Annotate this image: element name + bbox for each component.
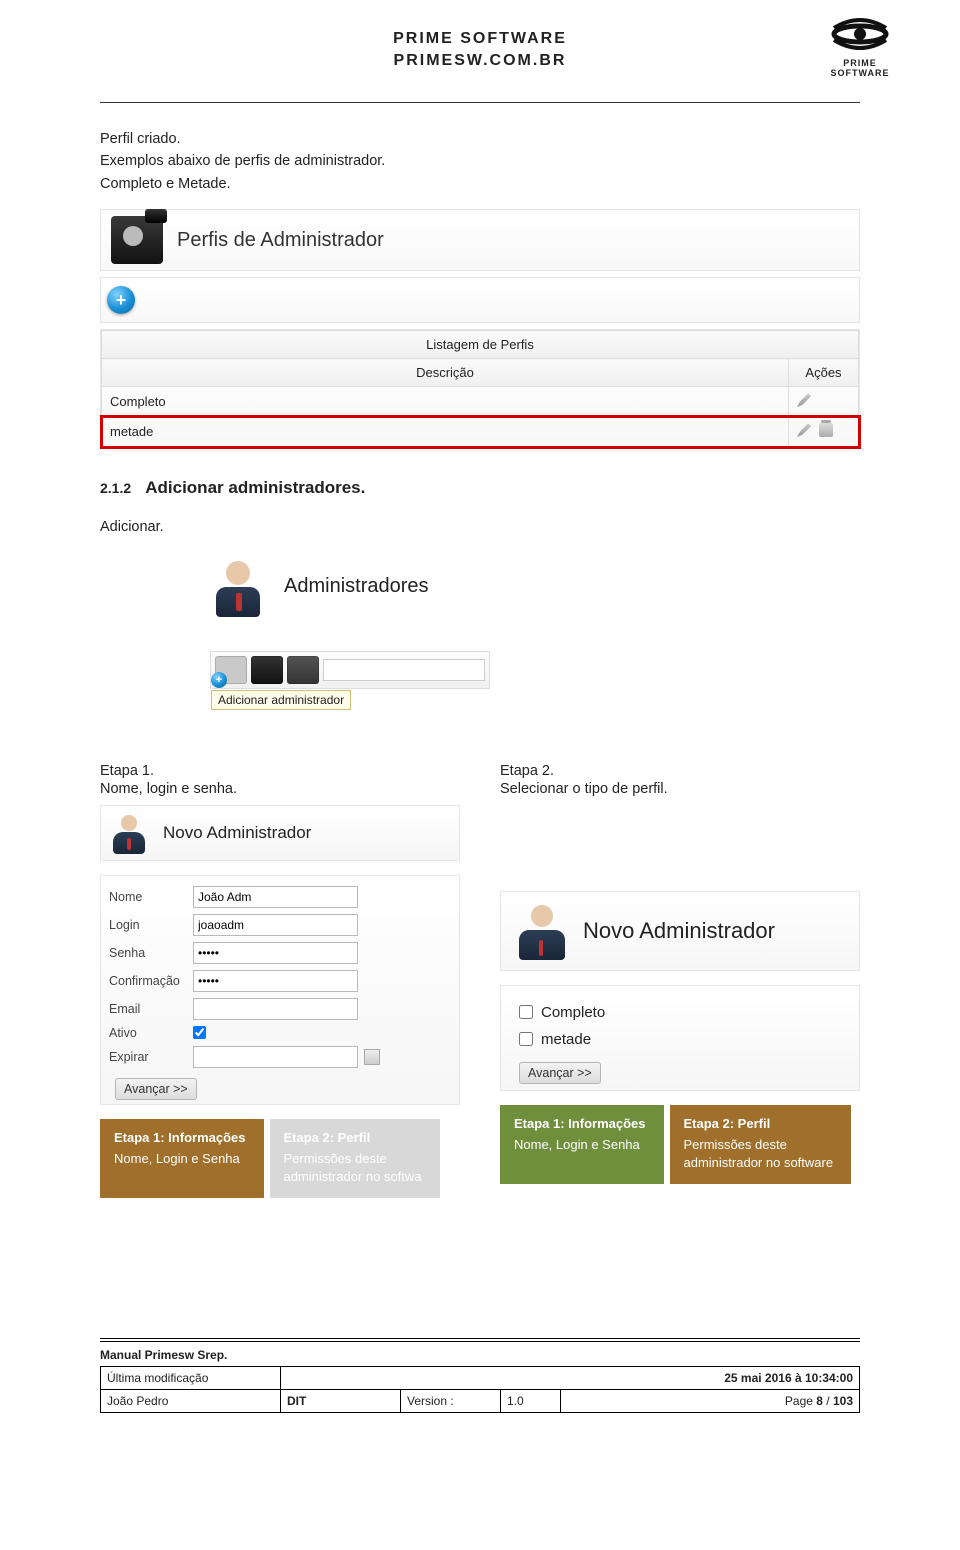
input-nome[interactable] bbox=[193, 886, 358, 908]
novo-admin-card-1: Novo Administrador bbox=[100, 805, 460, 861]
edit-icon[interactable] bbox=[797, 393, 811, 407]
adicionar-label: Adicionar. bbox=[100, 516, 860, 538]
screenshot-administradores: Administradores + Adicionar administrado… bbox=[210, 553, 490, 689]
ft-dit: DIT bbox=[287, 1394, 306, 1408]
wizard-steps-2: Etapa 1: Informações Nome, Login e Senha… bbox=[500, 1105, 860, 1184]
cell-actions bbox=[789, 417, 859, 447]
input-email[interactable] bbox=[193, 998, 358, 1020]
perfil-option-completo[interactable]: Completo bbox=[519, 1004, 847, 1021]
lbl-expirar: Expirar bbox=[109, 1050, 187, 1064]
perfis-title: Perfis de Administrador bbox=[177, 229, 384, 252]
eye-logo-icon bbox=[830, 14, 890, 54]
page-header: PRIME SOFTWARE PRIMESW.COM.BR PRIME SOFT… bbox=[100, 20, 860, 90]
input-expirar[interactable] bbox=[193, 1046, 358, 1068]
wizard-step-2-inactive[interactable]: Etapa 2: Perfil Permissões deste adminis… bbox=[270, 1119, 440, 1198]
folder-profile-icon bbox=[111, 216, 163, 264]
avancar-button[interactable]: Avançar >> bbox=[115, 1078, 197, 1100]
etapa2-sub: Selecionar o tipo de perfil. bbox=[500, 781, 860, 797]
table-row: Completo bbox=[102, 387, 859, 417]
admin-toolbar: + Adicionar administrador bbox=[210, 651, 490, 689]
wizard-step-2-active[interactable]: Etapa 2: Perfil Permissões deste adminis… bbox=[670, 1105, 852, 1184]
lbl-email: Email bbox=[109, 1002, 187, 1016]
cell-actions bbox=[789, 387, 859, 417]
lbl-ativo: Ativo bbox=[109, 1026, 187, 1040]
input-senha[interactable] bbox=[193, 942, 358, 964]
tooltip-add-admin: Adicionar administrador bbox=[211, 690, 351, 710]
novo-admin-title: Novo Administrador bbox=[583, 918, 775, 944]
perfil-option-metade[interactable]: metade bbox=[519, 1031, 847, 1048]
admin-person-icon bbox=[210, 557, 270, 617]
lbl-senha: Senha bbox=[109, 946, 187, 960]
ftution note: João Pedro bbox=[101, 1389, 281, 1412]
brand-text: PRIME SOFTWARE PRIMESW.COM.BR bbox=[393, 28, 567, 71]
delete-icon[interactable] bbox=[819, 423, 833, 437]
input-login[interactable] bbox=[193, 914, 358, 936]
checkbox-metade[interactable] bbox=[519, 1032, 533, 1046]
table-row-highlighted: metade bbox=[102, 417, 859, 447]
etapa1-sub: Nome, login e senha. bbox=[100, 781, 460, 797]
toolbar-add-admin-icon[interactable]: + bbox=[215, 656, 247, 684]
screenshot-add-row: + bbox=[100, 277, 860, 323]
footer-table: Última modificação 25 mai 2016 à 10:34:0… bbox=[100, 1366, 860, 1413]
toolbar-printer-icon[interactable] bbox=[287, 656, 319, 684]
calendar-icon[interactable] bbox=[364, 1049, 380, 1065]
brand-line2: PRIMESW.COM.BR bbox=[394, 52, 567, 69]
novo-admin-title: Novo Administrador bbox=[163, 823, 311, 843]
toolbar-folder-icon[interactable] bbox=[251, 656, 283, 684]
screenshot-perfis-table: Listagem de Perfis Descrição Ações Compl… bbox=[100, 329, 860, 448]
wizard-steps-1: Etapa 1: Informações Nome, Login e Senha… bbox=[100, 1119, 460, 1198]
lbl-nome: Nome bbox=[109, 890, 187, 904]
page-footer: Manual Primesw Srep. Última modificação … bbox=[100, 1338, 860, 1413]
lbl-login: Login bbox=[109, 918, 187, 932]
etapa2-heading: Etapa 2. bbox=[500, 763, 860, 779]
intro-paragraph: Perfil criado. Exemplos abaixo de perfis… bbox=[100, 128, 860, 195]
lbl-confirmacao: Confirmação bbox=[109, 974, 187, 988]
logo-text-bottom: SOFTWARE bbox=[830, 69, 890, 79]
input-confirmacao[interactable] bbox=[193, 970, 358, 992]
etapa1-column: Etapa 1. Nome, login e senha. Novo Admin… bbox=[100, 763, 460, 1198]
checkbox-ativo[interactable] bbox=[193, 1026, 206, 1039]
wizard-step-1-green[interactable]: Etapa 1: Informações Nome, Login e Senha bbox=[500, 1105, 664, 1184]
edit-icon[interactable] bbox=[797, 423, 811, 437]
checkbox-completo[interactable] bbox=[519, 1005, 533, 1019]
admin-person-icon bbox=[109, 812, 151, 854]
section-heading: 2.1.2 Adicionar administradores. bbox=[100, 478, 860, 498]
cell-desc: metade bbox=[102, 417, 789, 447]
brand-logo: PRIME SOFTWARE bbox=[830, 14, 890, 79]
brand-line1: PRIME SOFTWARE bbox=[393, 30, 567, 47]
perfil-checklist: Completo metade Avançar >> bbox=[501, 986, 859, 1090]
cell-desc: Completo bbox=[102, 387, 789, 417]
table-title: Listagem de Perfis bbox=[102, 331, 859, 359]
avancar-button[interactable]: Avançar >> bbox=[519, 1062, 601, 1084]
etapa2-column: Etapa 2. Selecionar o tipo de perfil. No… bbox=[500, 763, 860, 1184]
ft-page: Page 8 / 103 bbox=[561, 1389, 860, 1412]
admin-person-icon bbox=[513, 902, 571, 960]
wizard-step-1-active[interactable]: Etapa 1: Informações Nome, Login e Senha bbox=[100, 1119, 264, 1198]
ft-version-lbl: Version : bbox=[401, 1389, 501, 1412]
ft-ultima-mod-lbl: Última modificação bbox=[101, 1366, 281, 1389]
novo-admin-card-2: Novo Administrador bbox=[500, 891, 860, 971]
etapa1-heading: Etapa 1. bbox=[100, 763, 460, 779]
footer-divider bbox=[100, 1338, 860, 1342]
screenshot-perfis: Perfis de Administrador bbox=[100, 209, 860, 271]
col-descricao: Descrição bbox=[102, 359, 789, 387]
ft-version-val: 1.0 bbox=[501, 1389, 561, 1412]
administradores-title: Administradores bbox=[284, 575, 429, 598]
ft-ultima-mod-val: 25 mai 2016 à 10:34:00 bbox=[281, 1366, 860, 1389]
manual-title: Manual Primesw Srep. bbox=[100, 1348, 860, 1362]
toolbar-search-input[interactable] bbox=[323, 659, 485, 681]
col-acoes: Ações bbox=[789, 359, 859, 387]
add-profile-button[interactable]: + bbox=[107, 286, 135, 314]
perfis-table: Listagem de Perfis Descrição Ações Compl… bbox=[101, 330, 859, 447]
novo-admin-form: Nome Login Senha Confirmação Email Ativo… bbox=[101, 876, 459, 1104]
header-divider bbox=[100, 102, 860, 103]
